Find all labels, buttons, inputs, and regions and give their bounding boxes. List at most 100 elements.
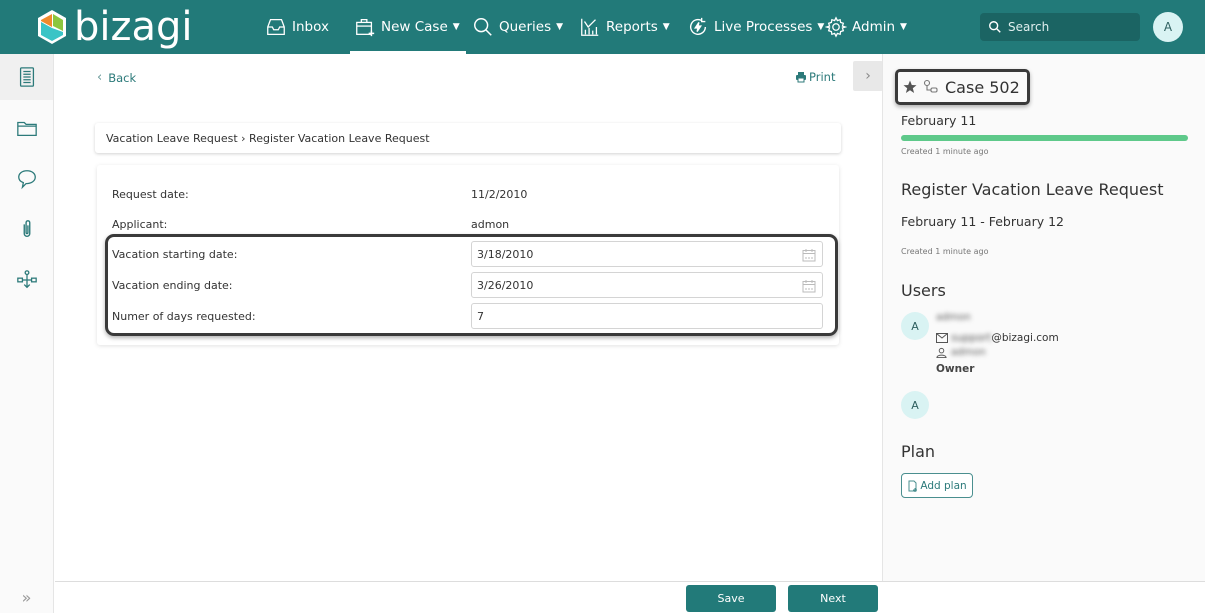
- calendar-icon[interactable]: [802, 248, 816, 262]
- save-button[interactable]: Save: [686, 585, 776, 612]
- inbox-icon: [267, 19, 285, 35]
- search-placeholder: Search: [1008, 20, 1050, 34]
- double-chevron-right-icon: »: [21, 588, 32, 607]
- nav-reports-label: Reports: [606, 19, 658, 35]
- plan-heading: Plan: [901, 442, 936, 461]
- chevron-down-icon: ▼: [817, 22, 825, 32]
- print-label: Print: [809, 70, 836, 84]
- add-plan-button[interactable]: Add plan: [901, 473, 973, 498]
- case-details-panel: Case 502 February 11 Created 1 minute ag…: [882, 54, 1205, 581]
- new-case-icon: [356, 19, 375, 37]
- start-date-input[interactable]: 3/18/2010: [471, 241, 823, 267]
- collapse-panel-button[interactable]: ›: [853, 61, 883, 91]
- user-email-domain: @bizagi.com: [991, 332, 1059, 344]
- applicant-row: Applicant: admon: [112, 211, 824, 237]
- comment-icon: [17, 170, 36, 190]
- nav-new-case-label: New Case: [381, 19, 448, 35]
- days-requested-input[interactable]: 7: [471, 303, 823, 329]
- start-date-row: Vacation starting date: 3/18/2010: [112, 241, 824, 267]
- next-button[interactable]: Next: [788, 585, 878, 612]
- sidebar-item-comments[interactable]: [0, 156, 53, 202]
- vacation-form: Request date: 11/2/2010 Applicant: admon…: [97, 165, 839, 345]
- live-processes-icon: [689, 17, 707, 35]
- search-icon: [989, 21, 1001, 33]
- start-date-label: Vacation starting date:: [112, 247, 238, 261]
- task-title: Register Vacation Leave Request: [901, 180, 1164, 199]
- chevron-down-icon: ▼: [452, 22, 460, 32]
- request-date-row: Request date: 11/2/2010: [112, 181, 824, 207]
- start-date-value: 3/18/2010: [477, 247, 534, 261]
- top-navigation-bar: bizagi Inbox New Case ▼ Queries ▼ Report…: [0, 0, 1205, 54]
- sidebar-item-folders[interactable]: [0, 105, 53, 151]
- users-heading: Users: [901, 281, 946, 300]
- main-content: ‹ Back Print › Vacation Leave Request › …: [55, 54, 883, 581]
- chevron-down-icon: ▼: [556, 22, 564, 32]
- logo-text: bizagi: [74, 4, 193, 50]
- chevron-down-icon: ▼: [900, 22, 907, 32]
- user-role: Owner: [936, 363, 975, 375]
- nav-admin-label: Admin: [852, 19, 896, 35]
- user-avatar[interactable]: A: [901, 312, 929, 340]
- task-created: Created 1 minute ago: [901, 247, 989, 256]
- case-date: February 11: [901, 113, 977, 128]
- printer-icon: [796, 72, 806, 83]
- print-button[interactable]: Print: [795, 70, 835, 84]
- back-label: Back: [108, 70, 137, 85]
- user-username-value: admon: [951, 347, 986, 358]
- nav-inbox[interactable]: Inbox: [265, 0, 329, 54]
- nav-queries[interactable]: Queries ▼: [472, 0, 563, 54]
- end-date-row: Vacation ending date: 3/26/2010: [112, 272, 824, 298]
- footer-bar: Save Next: [55, 581, 1205, 613]
- sidebar-item-process-map[interactable]: [0, 257, 53, 303]
- end-date-input[interactable]: 3/26/2010: [471, 272, 823, 298]
- end-date-value: 3/26/2010: [477, 278, 534, 292]
- folder-icon: [16, 121, 37, 136]
- days-requested-label: Numer of days requested:: [112, 309, 256, 323]
- paperclip-icon: [23, 220, 30, 237]
- nav-inbox-label: Inbox: [292, 19, 329, 35]
- case-header: Case 502: [895, 69, 1030, 105]
- search-icon: [474, 18, 492, 36]
- user-avatar[interactable]: A: [1153, 12, 1183, 42]
- task-dates: February 11 - February 12: [901, 214, 1064, 229]
- case-progress-fill: [901, 135, 1188, 141]
- request-date-value: 11/2/2010: [471, 187, 528, 201]
- end-date-label: Vacation ending date:: [112, 278, 233, 292]
- left-sidebar: »: [0, 54, 54, 613]
- workflow-icon: [16, 270, 37, 289]
- sidebar-item-attachments[interactable]: [0, 206, 53, 252]
- days-requested-row: Numer of days requested: 7: [112, 303, 824, 329]
- add-document-icon: [908, 480, 918, 492]
- back-link[interactable]: ‹ Back: [97, 70, 136, 85]
- nav-live-processes[interactable]: Live Processes ▼: [687, 0, 824, 54]
- case-progress-bar: [901, 135, 1188, 141]
- case-created: Created 1 minute ago: [901, 147, 989, 156]
- sidebar-item-form[interactable]: [0, 54, 53, 100]
- nav-new-case[interactable]: New Case ▼: [350, 0, 466, 54]
- chevron-right-icon: ›: [865, 68, 871, 84]
- applicant-label: Applicant:: [112, 217, 168, 231]
- breadcrumb: Vacation Leave Request › Register Vacati…: [95, 123, 841, 153]
- expand-sidebar-button[interactable]: »: [0, 582, 53, 613]
- case-title: Case 502: [945, 77, 1020, 97]
- applicant-value: admon: [471, 217, 510, 231]
- nav-admin[interactable]: Admin ▼: [825, 0, 907, 54]
- process-icon: [923, 79, 938, 93]
- nav-reports[interactable]: Reports ▼: [579, 0, 670, 54]
- form-icon: [19, 67, 34, 87]
- nav-queries-label: Queries: [499, 19, 552, 35]
- calendar-icon[interactable]: [802, 279, 816, 293]
- user-name: admon: [936, 312, 971, 323]
- reports-icon: [581, 18, 599, 36]
- chevron-down-icon: ▼: [662, 22, 670, 32]
- person-icon: [936, 347, 947, 358]
- breadcrumb-text: Vacation Leave Request › Register Vacati…: [106, 131, 430, 145]
- bizagi-logo[interactable]: bizagi: [36, 4, 193, 50]
- search-input[interactable]: Search: [980, 13, 1140, 41]
- user-email: support @bizagi.com: [936, 332, 1059, 344]
- gear-icon: [825, 16, 847, 38]
- add-plan-label: Add plan: [920, 479, 967, 492]
- star-icon[interactable]: [903, 80, 917, 94]
- chevron-left-icon: ‹: [97, 70, 103, 85]
- user-avatar[interactable]: A: [901, 391, 929, 419]
